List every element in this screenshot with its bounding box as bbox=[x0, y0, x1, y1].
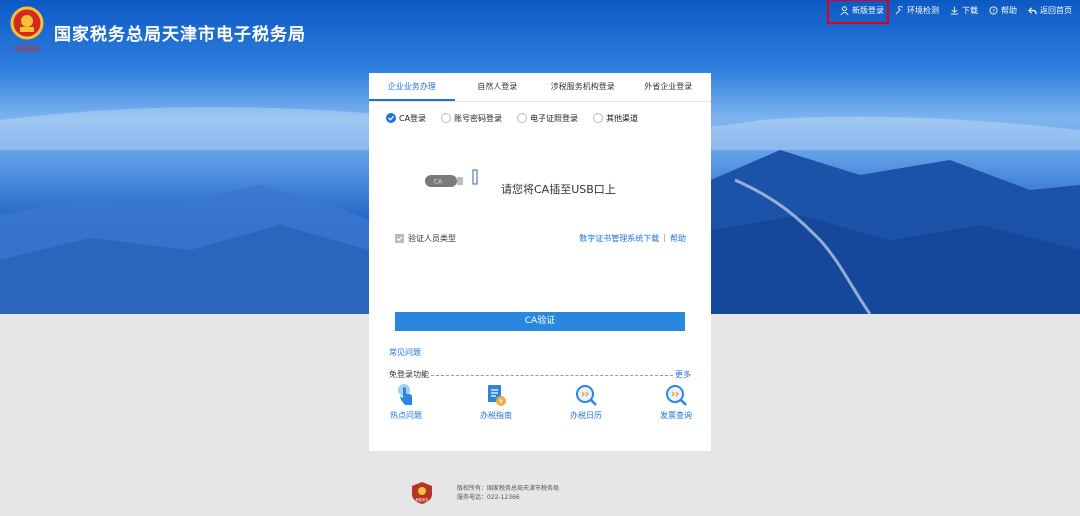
tab-individual[interactable]: 自然人登录 bbox=[455, 73, 541, 101]
ca-verify-button[interactable]: CA验证 bbox=[395, 312, 685, 331]
radio-ca-login[interactable]: CA登录 bbox=[386, 113, 426, 124]
footer-phone: 服务电话：022-12366 bbox=[457, 494, 520, 501]
radio-empty-icon bbox=[517, 113, 528, 123]
shortcut-tax-calendar[interactable]: 办税日历 bbox=[561, 383, 611, 421]
tab-other-province[interactable]: 外省企业登录 bbox=[626, 73, 712, 101]
radio-other-channel-label: 其他渠道 bbox=[606, 113, 639, 123]
cert-download-link[interactable]: 数字证书管理系统下载 bbox=[579, 233, 659, 244]
dashed-divider bbox=[431, 374, 673, 376]
invoice-search-icon bbox=[666, 385, 687, 406]
radio-password-login[interactable]: 账号密码登录 bbox=[441, 113, 502, 124]
nav-env-check[interactable]: 环境检测 bbox=[895, 5, 939, 16]
user-icon bbox=[840, 5, 849, 15]
help-icon: ? bbox=[989, 5, 998, 14]
ca-prompt-text: 请您将CA插至USB口上 bbox=[501, 183, 616, 196]
ca-usb-prompt: CA 请您将CA插至USB口上 bbox=[423, 163, 616, 197]
security-badge-icon[interactable]: 网络安全 bbox=[411, 481, 433, 505]
tab-enterprise[interactable]: 企业业务办理 bbox=[369, 73, 455, 101]
badge-caption: 网络安全 bbox=[416, 497, 430, 502]
site-title: 国家税务总局天津市电子税务局 bbox=[54, 25, 306, 45]
nav-download[interactable]: 下载 bbox=[950, 5, 978, 16]
shortcut-tax-calendar-label: 办税日历 bbox=[570, 411, 602, 420]
page-footer: 网络安全 版权所有：国家税务总局天津市税务局 服务电话：022-12366 bbox=[411, 481, 559, 505]
nav-new-login[interactable]: 新版登录 bbox=[840, 5, 884, 16]
shortcut-invoice-query[interactable]: 发票查询 bbox=[651, 383, 701, 421]
shortcut-hot-questions[interactable]: 热点问题 bbox=[381, 383, 431, 421]
footer-text: 版权所有：国家税务总局天津市税务局 服务电话：022-12366 bbox=[457, 484, 559, 502]
radio-password-login-label: 账号密码登录 bbox=[454, 113, 503, 123]
site-brand[interactable]: 中国税务 国家税务总局天津市电子税务局 bbox=[8, 6, 306, 54]
svg-text:¥: ¥ bbox=[499, 398, 504, 406]
shortcut-hot-questions-label: 热点问题 bbox=[390, 411, 422, 420]
login-tabs: 企业业务办理 自然人登录 涉税服务机构登录 外省企业登录 bbox=[369, 73, 711, 102]
login-free-label: 免登录功能 bbox=[389, 370, 429, 379]
login-methods: CA登录 账号密码登录 电子证照登录 其他渠道 bbox=[369, 105, 711, 131]
tax-emblem-icon: 中国税务 bbox=[8, 6, 46, 54]
radio-checked-icon bbox=[386, 113, 396, 123]
faq-link[interactable]: 常见问题 bbox=[389, 347, 421, 358]
footer-copyright: 版权所有：国家税务总局天津市税务局 bbox=[457, 485, 560, 492]
calendar-search-icon bbox=[576, 385, 597, 406]
top-nav: 新版登录 环境检测 下载 ? 帮助 返回首页 bbox=[829, 0, 1072, 20]
usb-key-label: CA bbox=[434, 179, 443, 186]
emblem-caption: 中国税务 bbox=[13, 44, 41, 53]
nav-help-label: 帮助 bbox=[1001, 5, 1017, 15]
checkbox-icon bbox=[395, 234, 404, 243]
radio-ca-login-label: CA登录 bbox=[399, 113, 427, 123]
hand-pointer-icon bbox=[398, 384, 412, 405]
login-panel: 企业业务办理 自然人登录 涉税服务机构登录 外省企业登录 CA登录 账号密码登录… bbox=[369, 73, 711, 451]
more-link[interactable]: 更多 bbox=[675, 369, 691, 380]
radio-other-channel[interactable]: 其他渠道 bbox=[593, 113, 638, 124]
guide-document-icon: ¥ bbox=[488, 385, 506, 406]
nav-help[interactable]: ? 帮助 bbox=[989, 5, 1017, 16]
helper-links: 数字证书管理系统下载 | 帮助 bbox=[579, 233, 686, 244]
nav-home-label: 返回首页 bbox=[1040, 5, 1072, 15]
nav-env-check-label: 环境检测 bbox=[907, 5, 939, 15]
link-separator: | bbox=[663, 233, 666, 242]
tab-tax-agency[interactable]: 涉税服务机构登录 bbox=[540, 73, 626, 101]
shortcut-list: 热点问题 ¥ 办税指南 办税日历 发票查询 bbox=[381, 383, 701, 421]
usb-key-icon: CA bbox=[425, 169, 478, 187]
svg-text:?: ? bbox=[992, 8, 995, 14]
wrench-icon bbox=[895, 5, 903, 14]
radio-empty-icon bbox=[441, 113, 452, 123]
shortcut-tax-guide[interactable]: ¥ 办税指南 bbox=[471, 383, 521, 421]
shortcut-invoice-query-label: 发票查询 bbox=[660, 411, 692, 420]
back-icon bbox=[1028, 6, 1037, 14]
nav-download-label: 下载 bbox=[962, 5, 978, 15]
shortcut-tax-guide-label: 办税指南 bbox=[480, 411, 512, 420]
nav-new-login-label: 新版登录 bbox=[852, 5, 884, 15]
download-icon bbox=[950, 6, 959, 15]
radio-e-license-login[interactable]: 电子证照登录 bbox=[517, 113, 578, 124]
login-free-section: 免登录功能 更多 bbox=[389, 369, 691, 380]
radio-empty-icon bbox=[593, 113, 604, 123]
verify-person-type-label: 验证人员类型 bbox=[408, 234, 456, 243]
help-link[interactable]: 帮助 bbox=[670, 233, 686, 244]
nav-home[interactable]: 返回首页 bbox=[1028, 5, 1072, 16]
radio-e-license-login-label: 电子证照登录 bbox=[530, 113, 579, 123]
verify-person-type[interactable]: 验证人员类型 bbox=[395, 233, 456, 244]
